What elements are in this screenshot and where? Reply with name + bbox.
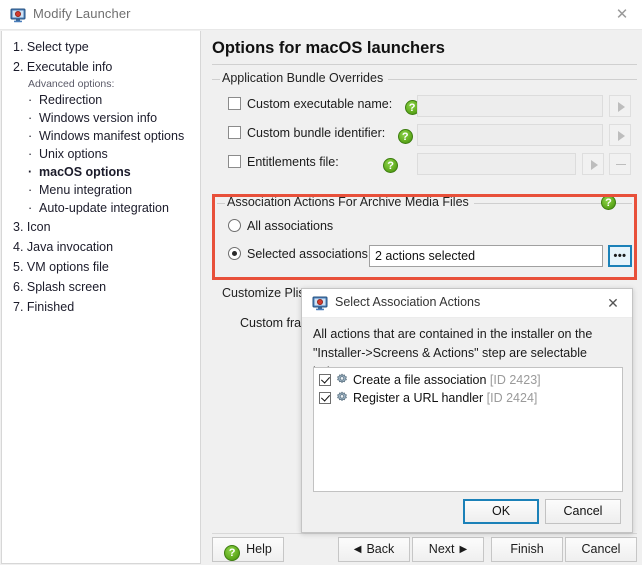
custom-executable-name-variable-button[interactable] <box>609 95 631 117</box>
next-button-label: Next <box>428 542 455 556</box>
entitlements-file-checkbox[interactable] <box>228 155 241 168</box>
association-actions-group: Association Actions For Archive Media Fi… <box>217 195 632 273</box>
bullet-icon: · <box>28 165 33 179</box>
sidebar-item-vm-options-file[interactable]: 5. VM options file <box>2 257 200 277</box>
entitlements-file-input[interactable] <box>417 153 576 175</box>
sidebar-item-select-type[interactable]: 1. Select type <box>2 37 200 57</box>
custom-bundle-identifier-label: Custom bundle identifier: <box>247 126 386 140</box>
help-button-label: Help <box>246 542 272 556</box>
sidebar-item-icon[interactable]: 3. Icon <box>2 217 200 237</box>
selected-associations-label: Selected associations: <box>247 247 372 261</box>
back-button-label: Back <box>366 542 395 556</box>
finish-button[interactable]: Finish <box>491 537 563 562</box>
application-bundle-overrides-group: Application Bundle Overrides Custom exec… <box>212 71 637 179</box>
help-icon: ? <box>224 545 241 561</box>
button-bar-divider <box>212 533 637 534</box>
bullet-icon: · <box>28 183 33 197</box>
sidebar-item-label: Unix options <box>39 147 108 161</box>
all-associations-row[interactable]: All associations <box>228 217 333 239</box>
list-item-label: Register a URL handler <box>353 391 484 405</box>
custom-bundle-identifier-row: Custom bundle identifier: ? <box>228 124 413 146</box>
sidebar-item-label: Windows manifest options <box>39 129 185 143</box>
sidebar-item-label: Redirection <box>39 93 103 107</box>
dialog-titlebar: Select Association Actions ✕ <box>302 289 632 318</box>
wizard-button-bar: ? Help Back Next Finish Cancel <box>207 533 641 565</box>
custom-executable-name-label: Custom executable name: <box>247 97 393 111</box>
close-icon[interactable]: ✕ <box>611 5 633 25</box>
wizard-step-navigation: 1. Select type 2. Executable info Advanc… <box>1 31 201 564</box>
title-divider <box>212 64 637 65</box>
sidebar-item-windows-manifest-options[interactable]: · Windows manifest options <box>2 127 200 145</box>
cancel-button[interactable]: Cancel <box>565 537 637 562</box>
association-actions-list[interactable]: Create a file association [ID 2423] Regi… <box>313 367 623 492</box>
custom-executable-name-input[interactable] <box>417 95 603 117</box>
list-item-id: [ID 2423] <box>489 373 541 387</box>
group-label: Association Actions For Archive Media Fi… <box>225 195 474 209</box>
window-title: Modify Launcher <box>33 6 131 21</box>
list-item-id: [ID 2424] <box>486 391 538 405</box>
close-icon[interactable]: ✕ <box>602 293 624 313</box>
list-item-checkbox[interactable] <box>319 374 331 386</box>
page-title: Options for macOS launchers <box>212 39 445 57</box>
sidebar-item-menu-integration[interactable]: · Menu integration <box>2 181 200 199</box>
sidebar-advanced-options-label: Advanced options: <box>28 78 115 90</box>
bullet-icon: · <box>28 147 33 161</box>
dialog-cancel-button[interactable]: Cancel <box>545 499 621 524</box>
sidebar-item-label: Menu integration <box>39 183 133 197</box>
gear-icon <box>335 391 349 405</box>
all-associations-radio[interactable] <box>228 219 241 232</box>
list-item-checkbox[interactable] <box>319 392 331 404</box>
selected-associations-row[interactable]: Selected associations: <box>228 245 371 267</box>
bullet-icon: · <box>28 201 33 215</box>
list-item-label: Create a file association <box>353 373 487 387</box>
group-label: Application Bundle Overrides <box>220 71 389 85</box>
bullet-icon: · <box>28 93 33 107</box>
sidebar-item-unix-options[interactable]: · Unix options <box>2 145 200 163</box>
sidebar-item-label: Windows version info <box>39 111 158 125</box>
sidebar-item-finished[interactable]: 7. Finished <box>2 297 200 317</box>
sidebar-item-label: Auto-update integration <box>39 201 169 215</box>
select-association-actions-dialog: Select Association Actions ✕ All actions… <box>301 288 633 533</box>
bullet-icon: · <box>28 129 33 143</box>
back-button[interactable]: Back <box>338 537 410 562</box>
selected-associations-radio[interactable] <box>228 247 241 260</box>
help-icon[interactable]: ? <box>397 129 413 144</box>
all-associations-label: All associations <box>247 219 334 233</box>
selected-associations-input[interactable]: 2 actions selected <box>369 245 603 267</box>
window-titlebar: Modify Launcher ✕ <box>0 0 642 30</box>
sidebar-item-executable-info[interactable]: 2. Executable info <box>2 57 200 77</box>
custom-bundle-identifier-input[interactable] <box>417 124 603 146</box>
help-icon[interactable]: ? <box>383 158 399 173</box>
help-icon[interactable]: ? <box>601 195 616 210</box>
monitor-icon <box>312 295 328 311</box>
browse-associations-button[interactable]: ••• <box>608 245 632 267</box>
custom-executable-name-checkbox[interactable] <box>228 97 241 110</box>
custom-bundle-identifier-variable-button[interactable] <box>609 124 631 146</box>
gear-icon <box>335 373 349 387</box>
chevron-right-icon <box>455 542 468 556</box>
entitlements-file-row: Entitlements file: ? <box>228 153 399 175</box>
custom-bundle-identifier-checkbox[interactable] <box>228 126 241 139</box>
sidebar-item-java-invocation[interactable]: 4. Java invocation <box>2 237 200 257</box>
chevron-left-icon <box>354 542 367 556</box>
sidebar-item-windows-version-info[interactable]: · Windows version info <box>2 109 200 127</box>
sidebar-item-splash-screen[interactable]: 6. Splash screen <box>2 277 200 297</box>
sidebar-item-auto-update-integration[interactable]: · Auto-update integration <box>2 199 200 217</box>
custom-executable-name-row: Custom executable name: ? <box>228 95 420 117</box>
bullet-icon: · <box>28 111 33 125</box>
entitlements-file-variable-button[interactable] <box>582 153 604 175</box>
sidebar-item-redirection[interactable]: · Redirection <box>2 91 200 109</box>
ok-button[interactable]: OK <box>463 499 539 524</box>
sidebar-item-label: macOS options <box>39 165 131 179</box>
application-window: Modify Launcher ✕ 1. Select type 2. Exec… <box>0 0 642 565</box>
list-item[interactable]: Create a file association [ID 2423] <box>314 371 622 389</box>
sidebar-item-macos-options[interactable]: · macOS options <box>2 163 200 181</box>
monitor-icon <box>10 7 26 23</box>
list-item[interactable]: Register a URL handler [ID 2424] <box>314 389 622 407</box>
entitlements-file-label: Entitlements file: <box>247 155 339 169</box>
next-button[interactable]: Next <box>412 537 484 562</box>
help-button[interactable]: ? Help <box>212 537 284 562</box>
dialog-title: Select Association Actions <box>335 295 481 309</box>
entitlements-file-browse-button[interactable] <box>609 153 631 175</box>
